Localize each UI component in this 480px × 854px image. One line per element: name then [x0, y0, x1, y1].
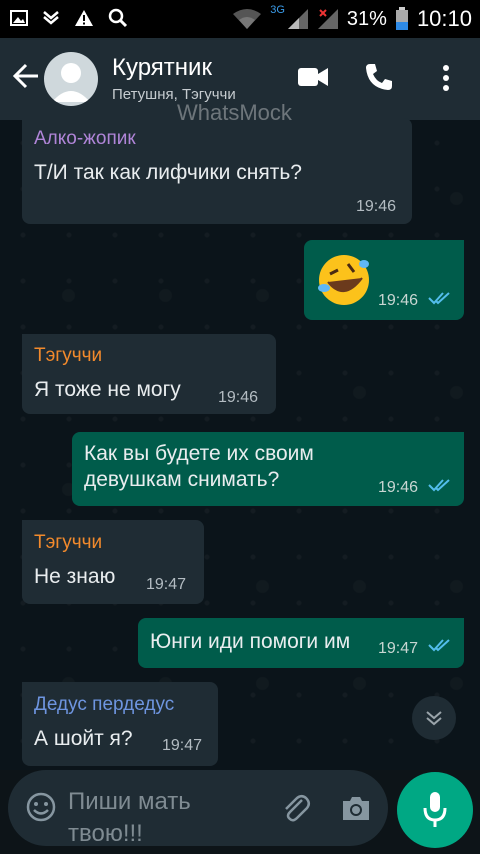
message-time: 19:47	[162, 737, 203, 754]
more-options-icon[interactable]	[442, 64, 450, 92]
rofl-emoji-icon	[318, 255, 369, 305]
message-sender: Тэгуччи	[34, 345, 103, 366]
back-arrow-icon[interactable]	[12, 62, 40, 90]
message-input-field[interactable]: Пиши мать твою!!!	[68, 786, 268, 850]
message-text: Юнги иди помоги им	[150, 630, 351, 653]
emoji-icon[interactable]	[26, 792, 56, 822]
voice-record-button[interactable]	[397, 772, 473, 848]
search-icon	[108, 8, 128, 28]
message-time: 19:46	[378, 479, 419, 496]
message-text: Я тоже не могу	[34, 378, 181, 401]
double-chevron-down-icon	[426, 711, 442, 726]
message-time: 19:46	[356, 198, 397, 215]
battery-icon	[395, 7, 408, 30]
watermark: WhatsMock	[177, 100, 292, 125]
message-text-line-1: Как вы будете их своим	[84, 442, 314, 465]
message-sender: Тэгуччи	[34, 532, 103, 553]
message-time: 19:46	[218, 389, 259, 406]
message-time: 19:47	[146, 576, 187, 593]
signal-off-icon	[317, 9, 338, 29]
input-placeholder-line-2: твою!!!	[68, 820, 143, 847]
download-icon	[43, 11, 59, 25]
message-text: Не знаю	[34, 565, 116, 588]
message-sender: Алко-жопик	[34, 128, 136, 149]
message-text: Т/И так как лифчики снять?	[34, 161, 302, 184]
status-time: 10:10	[416, 6, 472, 31]
read-receipt-icon	[428, 639, 450, 652]
chat-title[interactable]: Курятник	[112, 54, 212, 82]
battery-percent: 31%	[346, 7, 387, 30]
person-placeholder-icon	[52, 63, 90, 102]
phone-call-icon[interactable]	[364, 62, 394, 92]
read-receipt-icon	[428, 292, 450, 305]
read-receipt-icon	[428, 479, 450, 492]
signal-icon	[287, 9, 308, 29]
network-type-badge: 3G	[270, 4, 285, 16]
message-sender: Дедус пердедус	[34, 694, 175, 715]
microphone-icon	[423, 792, 447, 827]
gallery-icon	[10, 10, 28, 26]
attach-icon[interactable]	[280, 792, 312, 824]
message-text-line-2: девушкам снимать?	[84, 468, 280, 491]
message-time: 19:46	[378, 292, 419, 309]
group-avatar[interactable]	[44, 52, 98, 106]
status-bar: 3G 31% 10:10	[0, 0, 480, 38]
camera-icon[interactable]	[340, 794, 372, 822]
input-placeholder-line-1: Пиши мать	[68, 788, 191, 815]
video-call-icon[interactable]	[298, 66, 328, 88]
message-time: 19:47	[378, 640, 419, 657]
scroll-to-bottom-button[interactable]	[412, 696, 456, 740]
warning-icon	[75, 10, 93, 26]
wifi-icon	[233, 9, 262, 29]
message-text: А шойт я?	[34, 727, 133, 750]
